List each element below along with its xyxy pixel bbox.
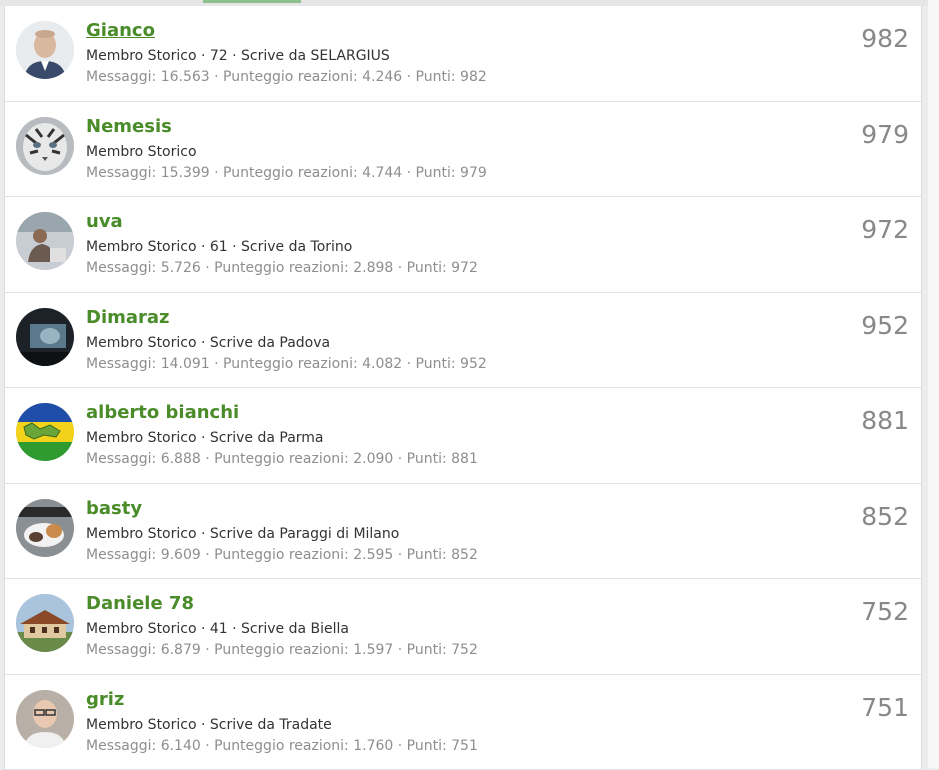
member-points: 972 xyxy=(861,215,909,244)
page-background-strip xyxy=(928,0,939,768)
member-info: Membro Storico · Scrive da Paraggi di Mi… xyxy=(86,526,399,542)
member-stats: Messaggi: 5.726 · Punteggio reazioni: 2.… xyxy=(86,260,478,276)
member-name-link[interactable]: Nemesis xyxy=(86,116,172,137)
member-name-link[interactable]: alberto bianchi xyxy=(86,402,239,423)
member-name-link[interactable]: griz xyxy=(86,689,124,710)
active-tab-indicator xyxy=(203,0,301,3)
member-info: Membro Storico · Scrive da Parma xyxy=(86,430,324,446)
avatar[interactable] xyxy=(16,21,74,79)
member-points: 881 xyxy=(861,406,909,435)
avatar[interactable] xyxy=(16,308,74,366)
list-item: Dimaraz Membro Storico · Scrive da Padov… xyxy=(5,293,921,389)
member-points: 979 xyxy=(861,120,909,149)
member-info: Membro Storico · 61 · Scrive da Torino xyxy=(86,239,352,255)
member-stats: Messaggi: 9.609 · Punteggio reazioni: 2.… xyxy=(86,547,478,563)
member-stats: Messaggi: 6.888 · Punteggio reazioni: 2.… xyxy=(86,451,478,467)
member-info: Membro Storico · 72 · Scrive da SELARGIU… xyxy=(86,48,390,64)
member-stats: Messaggi: 14.091 · Punteggio reazioni: 4… xyxy=(86,356,487,372)
member-stats: Messaggi: 15.399 · Punteggio reazioni: 4… xyxy=(86,165,487,181)
member-stats: Messaggi: 6.140 · Punteggio reazioni: 1.… xyxy=(86,738,478,754)
member-list: Gianco Membro Storico · 72 · Scrive da S… xyxy=(4,6,922,770)
avatar[interactable] xyxy=(16,212,74,270)
list-item: basty Membro Storico · Scrive da Paraggi… xyxy=(5,484,921,580)
list-item: Gianco Membro Storico · 72 · Scrive da S… xyxy=(5,6,921,102)
member-info: Membro Storico · Scrive da Tradate xyxy=(86,717,332,733)
member-name-link[interactable]: Daniele 78 xyxy=(86,593,194,614)
member-info: Membro Storico · Scrive da Padova xyxy=(86,335,330,351)
avatar[interactable] xyxy=(16,499,74,557)
list-item: alberto bianchi Membro Storico · Scrive … xyxy=(5,388,921,484)
member-points: 852 xyxy=(861,502,909,531)
list-item: Nemesis Membro Storico Messaggi: 15.399 … xyxy=(5,102,921,198)
member-name-link[interactable]: Dimaraz xyxy=(86,307,170,328)
avatar[interactable] xyxy=(16,117,74,175)
member-name-link[interactable]: basty xyxy=(86,498,142,519)
list-item: Daniele 78 Membro Storico · 41 · Scrive … xyxy=(5,579,921,675)
member-points: 982 xyxy=(861,24,909,53)
member-stats: Messaggi: 16.563 · Punteggio reazioni: 4… xyxy=(86,69,487,85)
avatar[interactable] xyxy=(16,690,74,748)
member-points: 752 xyxy=(861,597,909,626)
member-info: Membro Storico · 41 · Scrive da Biella xyxy=(86,621,349,637)
member-points: 952 xyxy=(861,311,909,340)
list-item: uva Membro Storico · 61 · Scrive da Tori… xyxy=(5,197,921,293)
member-name-link[interactable]: uva xyxy=(86,211,123,232)
member-points: 751 xyxy=(861,693,909,722)
avatar[interactable] xyxy=(16,403,74,461)
member-name-link[interactable]: Gianco xyxy=(86,20,155,41)
list-item: griz Membro Storico · Scrive da Tradate … xyxy=(5,675,921,770)
avatar[interactable] xyxy=(16,594,74,652)
member-info: Membro Storico xyxy=(86,144,197,160)
member-stats: Messaggi: 6.879 · Punteggio reazioni: 1.… xyxy=(86,642,478,658)
